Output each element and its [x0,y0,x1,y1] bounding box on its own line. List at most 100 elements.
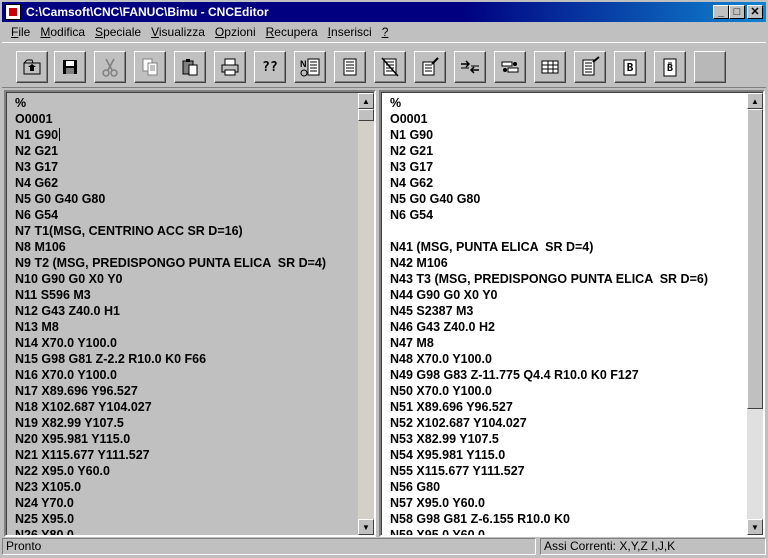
menu-visualizza[interactable]: Visualizza [146,25,210,39]
document-delete-icon [381,57,399,77]
left-scrollbar[interactable]: ▲ ▼ [358,93,374,535]
left-code-area[interactable]: % O0001 N1 G90 N2 G21 N3 G17 N4 G62 N5 G0 G40 … [15,95,354,535]
block-ab-button[interactable]: B [654,51,686,83]
code-line: N1 G90 [390,128,434,142]
app-icon[interactable] [5,4,21,20]
menu-inserisci[interactable]: Inserisci [323,25,377,39]
code-line: N54 X95.981 Y115.0 [390,448,506,462]
code-line: N2 G21 [390,144,434,158]
code-line: N19 X82.99 Y107.5 [15,416,124,430]
renumber-icon: N [300,58,320,77]
right-scrollbar[interactable]: ▲ ▼ [747,93,763,535]
code-line: N26 Y80.0 [15,528,74,535]
save-button[interactable] [54,51,86,83]
print-button[interactable] [214,51,246,83]
code-line: % [15,96,27,110]
toolbar: ?? N B B [2,42,766,88]
menu-file[interactable]: File [6,25,35,39]
edit-document-button[interactable] [414,51,446,83]
code-line: N20 X95.981 Y115.0 [15,432,131,446]
document-pencil-icon [422,57,439,76]
blank-tool-button[interactable] [694,51,726,83]
left-scroll-thumb[interactable] [358,109,374,121]
left-editor-pane: % O0001 N1 G90 N2 G21 N3 G17 N4 G62 N5 G0 G40 … [4,90,376,537]
menu-inserisci-label: nserisci [331,25,372,39]
copy-icon [142,58,158,76]
block-b-button[interactable]: B [614,51,646,83]
title-bar[interactable]: C:\Camsoft\CNC\FANUC\Bimu - CNCEditor _ … [2,2,766,22]
code-line: N51 X89.696 Y96.527 [390,400,513,414]
document-lines-icon [343,58,357,76]
menu-modifica-mnemonic: M [40,25,51,39]
maximize-button[interactable]: □ [729,5,745,19]
text-caret [59,128,61,141]
renumber-button[interactable]: N [294,51,326,83]
code-line: N45 S2387 M3 [390,304,474,318]
tool-settings-button[interactable] [494,51,526,83]
code-line: N13 M8 [15,320,59,334]
right-code-area[interactable]: % O0001 N1 G90 N2 G21 N3 G17 N4 G62 N5 G0 G40 … [390,95,743,535]
minimize-button[interactable]: _ [713,5,729,19]
menu-opzioni-mnemonic: O [214,25,225,39]
code-line: N49 G98 G83 Z-11.775 Q4.4 R10.0 K0 F127 [390,368,639,382]
code-line: N9 T2 (MSG, PREDISPONGO PUNTA ELICA SR D… [15,256,327,270]
window-title: C:\Camsoft\CNC\FANUC\Bimu - CNCEditor [26,5,269,19]
document-edit-lines-icon [582,56,600,76]
list-view-button[interactable] [334,51,366,83]
code-line: N47 M8 [390,336,434,350]
code-line: N12 G43 Z40.0 H1 [15,304,120,318]
menu-recupera[interactable]: Recupera [261,25,323,39]
code-line: N53 X82.99 Y107.5 [390,432,499,446]
code-line: N46 G43 Z40.0 H2 [390,320,495,334]
status-message: Pronto [2,538,536,555]
ab-label: B [666,63,674,74]
cut-button[interactable] [94,51,126,83]
code-line: N10 G90 G0 X0 Y0 [15,272,123,286]
delete-lines-button[interactable] [374,51,406,83]
svg-text:N: N [300,59,307,69]
code-line: N6 G54 [15,208,59,222]
code-line: N4 G62 [15,176,59,190]
code-line: N11 S596 M3 [15,288,91,302]
right-editor-frame: % O0001 N1 G90 N2 G21 N3 G17 N4 G62 N5 G0 G40 … [381,92,763,535]
menu-speciale[interactable]: Speciale [90,25,146,39]
insert-lines-button[interactable] [574,51,606,83]
open-folder-button[interactable] [16,51,48,83]
right-scroll-thumb[interactable] [747,109,763,409]
menu-recupera-label: ecupera [274,25,318,39]
table-view-button[interactable] [534,51,566,83]
right-scroll-down-button[interactable]: ▼ [747,519,763,535]
help-button[interactable]: ?? [254,51,286,83]
code-line: N56 G80 [390,480,441,494]
code-line: N16 X70.0 Y100.0 [15,368,117,382]
left-scroll-up-button[interactable]: ▲ [358,93,374,109]
code-line: N41 (MSG, PUNTA ELICA SR D=4) [390,240,594,254]
code-line: N23 X105.0 [15,480,82,494]
code-line: N58 G98 G81 Z-6.155 R10.0 K0 [390,512,570,526]
code-line: N7 T1(MSG, CENTRINO ACC SR D=16) [15,224,243,238]
code-line: N3 G17 [15,160,59,174]
menu-recupera-mnemonic: R [265,25,275,39]
menu-file-label: ile [18,25,31,39]
code-line: N5 G0 G40 G80 [390,192,481,206]
close-button[interactable]: ✕ [747,5,763,19]
b-label: B [626,61,634,74]
code-line: N17 X89.696 Y96.527 [15,384,138,398]
code-line: N42 M106 [390,256,448,270]
menu-help[interactable]: ? [377,25,394,39]
code-line: O0001 [15,112,53,126]
right-scroll-up-button[interactable]: ▲ [747,93,763,109]
code-line: N59 X95.0 Y60.0 [390,528,485,535]
menu-modifica[interactable]: Modifica [35,25,90,39]
copy-button[interactable] [134,51,166,83]
code-line: % [390,96,402,110]
menu-opzioni[interactable]: Opzioni [210,25,261,39]
code-line: N5 G0 G40 G80 [15,192,106,206]
swap-button[interactable] [454,51,486,83]
left-scroll-down-button[interactable]: ▼ [358,519,374,535]
scissors-icon [102,58,118,77]
code-line: N14 X70.0 Y100.0 [15,336,117,350]
code-line: N1 G90 [15,128,61,142]
folder-up-icon [23,59,41,75]
paste-button[interactable] [174,51,206,83]
